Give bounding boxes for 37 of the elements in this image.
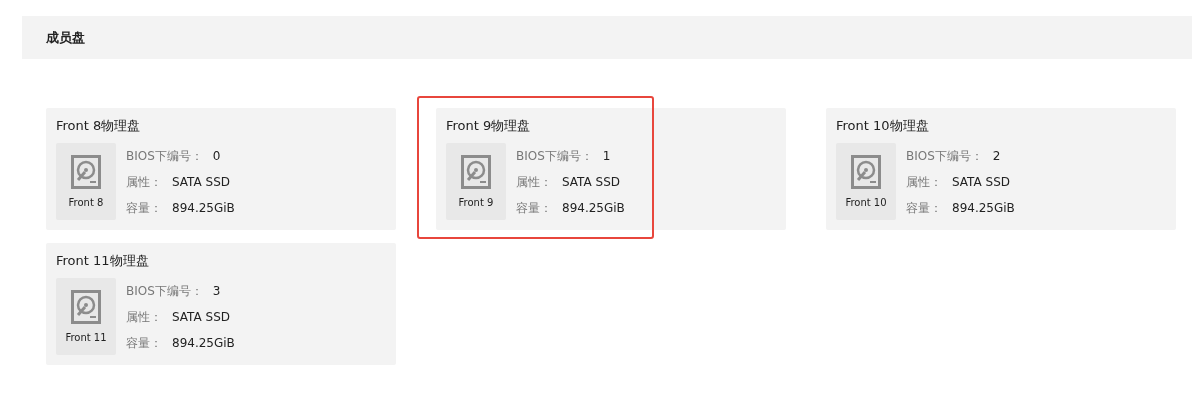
field-value: 894.25GiB: [172, 335, 235, 352]
field-label: BIOS下编号：: [126, 283, 203, 300]
field-label: 容量：: [906, 200, 942, 217]
hard-drive-icon: [851, 155, 881, 189]
disk-label: Front 8: [68, 197, 104, 208]
disk-label: Front 10: [845, 197, 887, 208]
field-label: 属性：: [126, 309, 162, 326]
field-value: SATA SSD: [562, 174, 620, 191]
field-value: 894.25GiB: [562, 200, 625, 217]
field-value: SATA SSD: [172, 309, 230, 326]
field-value: 1: [602, 148, 611, 165]
disk-title: Front 9物理盘: [446, 117, 532, 135]
field-label: BIOS下编号：: [906, 148, 983, 165]
field-label: 属性：: [906, 174, 942, 191]
field-value: 2: [992, 148, 1001, 165]
field-value: 894.25GiB: [172, 200, 235, 217]
field-label: BIOS下编号：: [126, 148, 203, 165]
disk-label: Front 9: [458, 197, 494, 208]
field-label: 容量：: [516, 200, 552, 217]
section-title: 成员盘: [46, 28, 85, 47]
hard-drive-icon: [71, 290, 101, 324]
field-value: SATA SSD: [172, 174, 230, 191]
disk-title: Front 11物理盘: [56, 252, 150, 270]
field-value: SATA SSD: [952, 174, 1010, 191]
hard-drive-icon: [461, 155, 491, 189]
field-label: 容量：: [126, 335, 162, 352]
disk-label: Front 11: [65, 332, 107, 343]
field-label: 属性：: [126, 174, 162, 191]
field-label: 容量：: [126, 200, 162, 217]
hard-drive-icon: [71, 155, 101, 189]
field-label: 属性：: [516, 174, 552, 191]
field-value: 894.25GiB: [952, 200, 1015, 217]
field-value: 3: [212, 283, 221, 300]
disk-title: Front 8物理盘: [56, 117, 142, 135]
disk-title: Front 10物理盘: [836, 117, 930, 135]
field-value: 0: [212, 148, 221, 165]
field-label: BIOS下编号：: [516, 148, 593, 165]
